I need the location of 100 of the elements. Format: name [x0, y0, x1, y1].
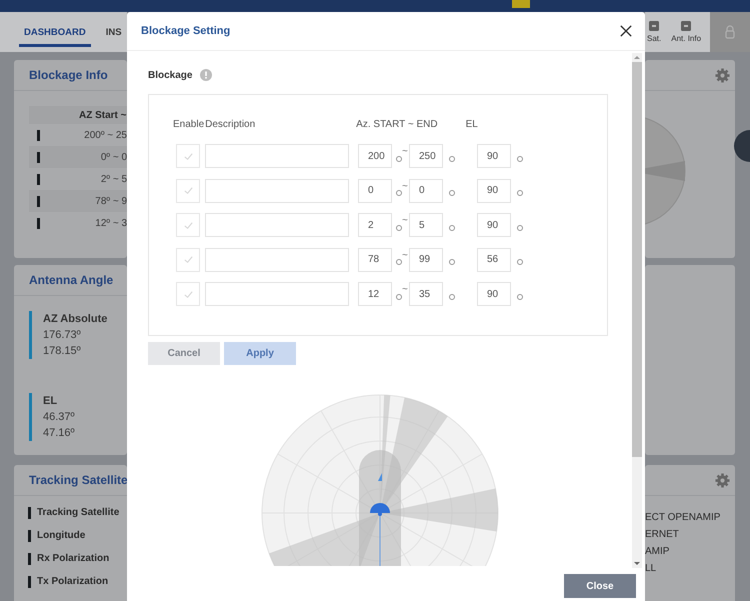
description-field[interactable]: [205, 144, 349, 168]
degree-icon: [396, 190, 402, 196]
toolbar-label: Ant. Info: [671, 34, 702, 43]
degree-icon: [449, 294, 455, 300]
angle-value: 47.16º: [43, 426, 75, 441]
option-label: ECT OPENAMIP: [645, 512, 722, 523]
panel-title: Blockage Info: [29, 68, 108, 82]
degree-icon: [517, 294, 523, 300]
degree-icon: [396, 156, 402, 162]
panel-title: Antenna Angle: [29, 273, 114, 287]
group-marker: [29, 393, 32, 441]
option-label: ERNET: [645, 529, 680, 540]
option-label: LL: [645, 563, 658, 574]
az-end-field[interactable]: 5: [409, 213, 443, 237]
az-start-field[interactable]: 0: [358, 178, 392, 202]
az-end-field[interactable]: 35: [409, 282, 443, 306]
degree-icon: [449, 190, 455, 196]
field-label: Tx Polarization: [37, 576, 108, 587]
lock-icon: [725, 25, 735, 39]
description-field[interactable]: [205, 178, 349, 202]
column-header: Az. START ~ END: [356, 118, 438, 130]
degree-icon: [449, 259, 455, 265]
az-end-field[interactable]: 0: [409, 178, 443, 202]
scroll-up-icon[interactable]: [634, 56, 640, 59]
check-icon: [182, 150, 194, 162]
item-marker: [28, 552, 31, 564]
column-header: EL: [466, 118, 478, 130]
degree-icon: [396, 224, 402, 230]
item-marker: [28, 506, 31, 518]
scroll-down-icon[interactable]: [634, 562, 640, 565]
row-marker: [37, 174, 40, 184]
enable-checkbox[interactable]: [176, 178, 200, 202]
item-marker: [28, 530, 31, 542]
az-end-field[interactable]: 250: [409, 144, 443, 168]
az-start-field[interactable]: 200: [358, 144, 392, 168]
dialog-title: Blockage Setting: [141, 25, 230, 37]
nav-tab[interactable]: DASHBOARD: [19, 17, 91, 47]
range-separator: ~: [402, 250, 408, 260]
el-field[interactable]: 90: [477, 144, 511, 168]
range-separator: ~: [402, 146, 408, 157]
column-header: AZ Start ~: [79, 110, 127, 120]
item-marker: [28, 576, 31, 588]
angle-label: EL: [43, 394, 58, 409]
degree-icon: [517, 224, 523, 230]
close-icon[interactable]: [620, 25, 632, 37]
toolbar-button[interactable]: Ant. Info: [666, 12, 706, 52]
toolbar-button[interactable]: Sat.: [645, 12, 666, 52]
enable-checkbox[interactable]: [176, 213, 200, 237]
az-start-field[interactable]: 2: [358, 213, 392, 237]
settings-icon[interactable]: [715, 472, 730, 488]
column-header: Description: [205, 118, 256, 130]
range-separator: ~: [402, 284, 408, 295]
table-cell: 2º ~ 5: [100, 174, 127, 184]
description-field[interactable]: [205, 282, 349, 306]
degree-icon: [396, 294, 402, 300]
description-field[interactable]: [205, 213, 349, 237]
row-marker: [37, 152, 40, 162]
row-marker: [37, 218, 40, 228]
angle-value: 176.73º: [43, 328, 82, 343]
info-icon[interactable]: [200, 69, 212, 81]
table-cell: 12º ~ 3: [95, 218, 127, 228]
pointer-icon: [378, 473, 382, 481]
enable-checkbox[interactable]: [176, 248, 200, 272]
degree-icon: [517, 259, 523, 265]
range-separator: ~: [402, 180, 408, 192]
angle-value: 46.37º: [43, 410, 75, 425]
check-icon: [182, 254, 194, 265]
toolbar-label: Sat.: [647, 34, 662, 43]
lock-button[interactable]: [710, 12, 750, 52]
el-field[interactable]: 56: [477, 248, 511, 272]
check-icon: [182, 220, 194, 230]
panel-title: Tracking Satellite: [29, 473, 127, 487]
degree-icon: [396, 259, 402, 265]
toolbar-icon: [649, 21, 660, 31]
option-label: AMIP: [645, 546, 670, 557]
degree-icon: [449, 224, 455, 230]
scrollbar[interactable]: [632, 53, 642, 568]
angle-value: 178.15º: [43, 344, 82, 359]
section-title: Blockage: [148, 70, 192, 80]
degree-icon: [449, 156, 455, 162]
nav-tab[interactable]: INS: [100, 17, 127, 47]
el-field[interactable]: 90: [477, 213, 511, 237]
settings-icon[interactable]: [715, 68, 730, 82]
close-button[interactable]: Close: [564, 574, 636, 598]
field-label: Longitude: [37, 530, 86, 541]
group-marker: [29, 311, 32, 359]
az-start-field[interactable]: 12: [358, 282, 392, 306]
toolbar-icon: [681, 21, 692, 31]
degree-icon: [517, 156, 523, 162]
table-cell: 78º ~ 9: [95, 196, 127, 206]
enable-checkbox[interactable]: [176, 144, 200, 168]
column-header: Enable: [173, 118, 204, 130]
el-field[interactable]: 90: [477, 282, 511, 306]
az-start-field[interactable]: 78: [358, 248, 392, 272]
description-field[interactable]: [205, 248, 349, 272]
el-field[interactable]: 90: [477, 178, 511, 202]
az-end-field[interactable]: 99: [409, 248, 443, 272]
degree-icon: [517, 190, 523, 196]
status-indicator: [512, 0, 530, 8]
enable-checkbox[interactable]: [176, 282, 200, 306]
